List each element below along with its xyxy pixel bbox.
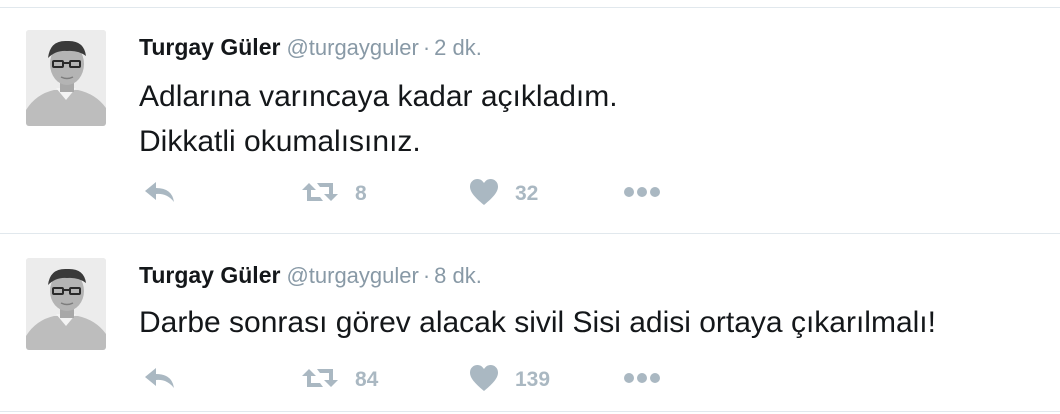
author-handle[interactable]: @turgayguler (286, 263, 418, 288)
retweet-icon (301, 179, 339, 210)
author-name[interactable]: Turgay Güler (139, 262, 280, 288)
tweet-text-line: Adlarına varıncaya kadar açıkladım. (139, 80, 618, 113)
tweet-text: Adlarına varıncaya kadar açıkladım. Dikk… (139, 74, 618, 164)
like-button[interactable]: 32 (469, 178, 539, 211)
heart-icon (469, 364, 499, 397)
author-handle[interactable]: @turgayguler (286, 35, 418, 60)
tweet[interactable]: Turgay Güler @turgayguler · 8 dk. Darbe son… (0, 234, 1060, 411)
like-count: 139 (515, 368, 551, 391)
ellipsis-icon (623, 371, 661, 389)
tweet-header: Turgay Güler @turgayguler · 2 dk. (139, 34, 482, 64)
tweet-timestamp[interactable]: 8 dk. (434, 263, 482, 288)
avatar[interactable] (26, 30, 106, 126)
retweet-button[interactable]: 8 (301, 179, 367, 209)
tweet-text-line: Dikkatli okumalısınız. (139, 125, 421, 158)
retweet-count: 84 (355, 368, 379, 391)
tweet-timestamp[interactable]: 2 dk. (434, 35, 482, 60)
ellipsis-icon (623, 185, 661, 203)
avatar-portrait-image (26, 258, 106, 350)
retweet-icon (301, 365, 339, 396)
retweet-button[interactable]: 84 (301, 365, 378, 395)
tweet-timeline: Turgay Güler @turgayguler · 2 dk. Adlarına … (0, 0, 1060, 414)
author-name[interactable]: Turgay Güler (139, 34, 280, 60)
reply-arrow-icon (143, 179, 177, 210)
tweet-text-line: Darbe sonrası görev alacak sivil Sisi ad… (139, 306, 936, 339)
avatar-portrait-image (26, 30, 106, 126)
reply-button[interactable] (143, 365, 177, 395)
reply-arrow-icon (143, 365, 177, 396)
more-options-button[interactable] (623, 179, 661, 209)
tweet-header: Turgay Güler @turgayguler · 8 dk. (139, 262, 482, 292)
separator-dot: · (422, 263, 431, 288)
like-button[interactable]: 139 (469, 364, 551, 397)
tweet-text: Darbe sonrası görev alacak sivil Sisi ad… (139, 300, 936, 345)
separator-dot: · (422, 35, 431, 60)
like-count: 32 (515, 182, 539, 205)
heart-icon (469, 178, 499, 211)
retweet-count: 8 (355, 182, 367, 205)
avatar[interactable] (26, 258, 106, 350)
reply-button[interactable] (143, 179, 177, 209)
more-options-button[interactable] (623, 365, 661, 395)
divider (0, 411, 1060, 412)
tweet[interactable]: Turgay Güler @turgayguler · 2 dk. Adlarına … (0, 8, 1060, 233)
